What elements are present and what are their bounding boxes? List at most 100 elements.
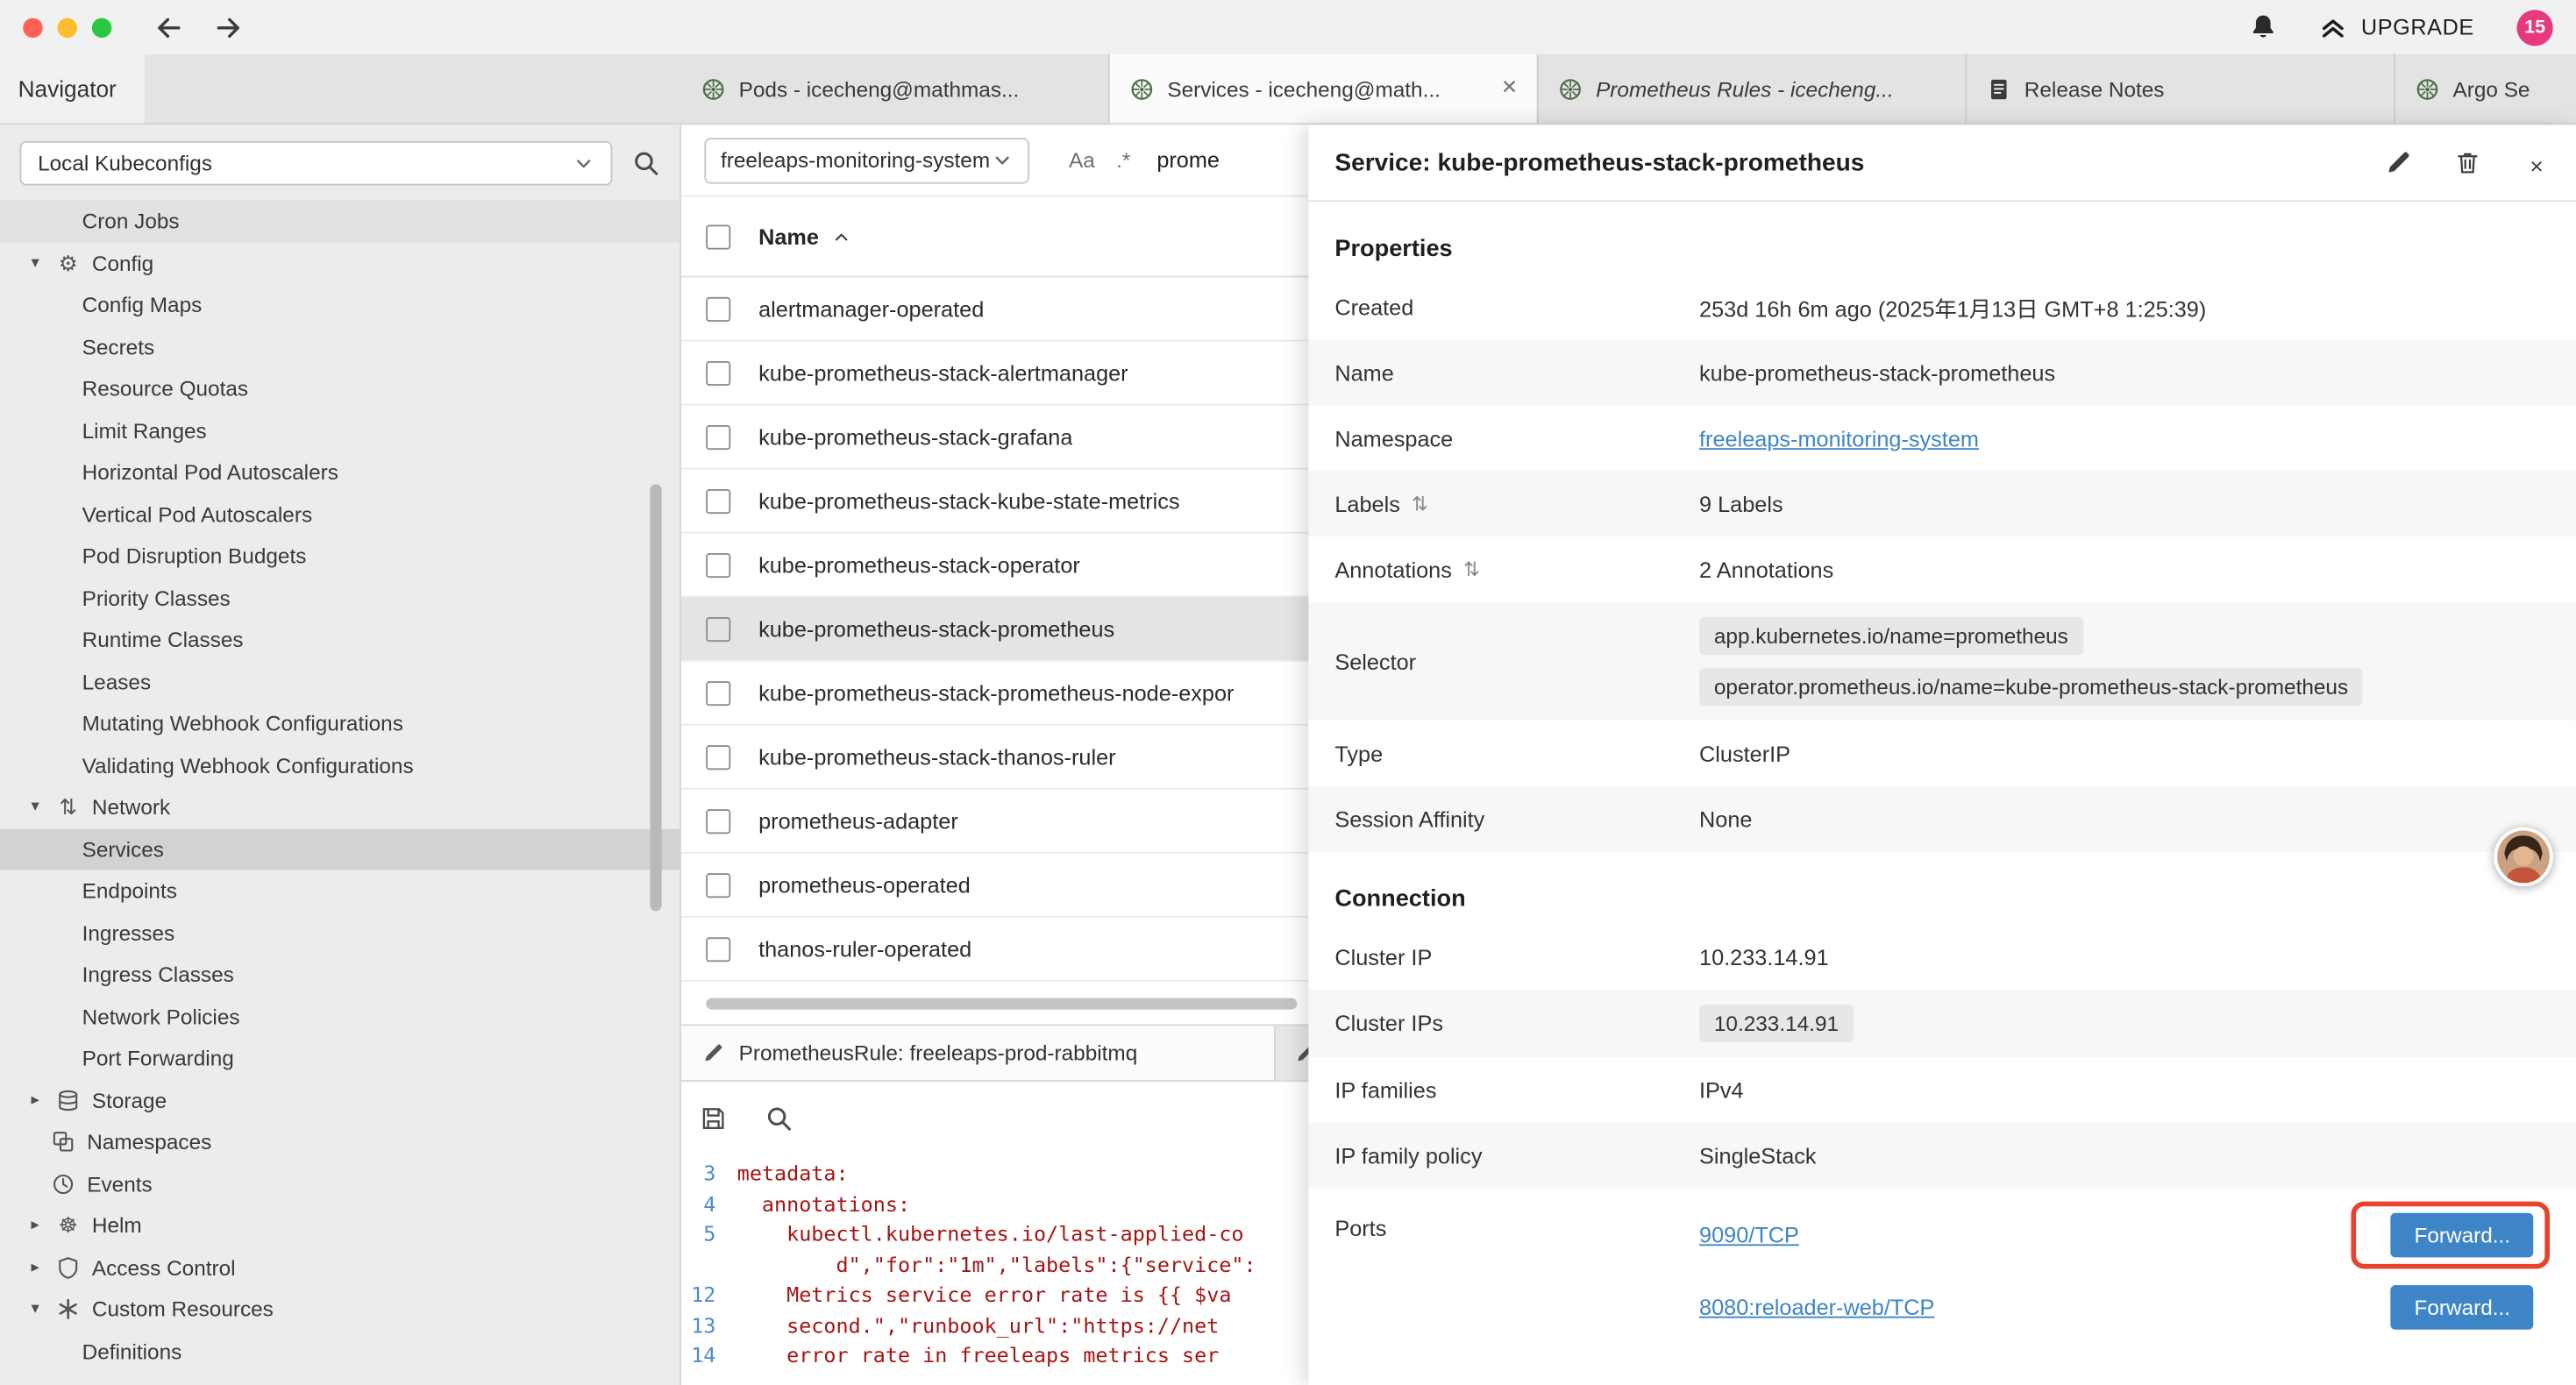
row-checkbox[interactable] [706,616,730,641]
delete-button[interactable] [2454,149,2480,175]
sidebar-item-config[interactable]: ▾⚙Config [0,242,680,284]
detail-row-label: Ports [1334,1195,1699,1240]
sidebar-item-endpoints[interactable]: Endpoints [0,870,680,912]
chevron-down-icon[interactable]: ▾ [26,799,45,817]
sidebar-item-mutating-webhook-configurations[interactable]: Mutating Webhook Configurations [0,702,680,744]
sidebar-item-secrets[interactable]: Secrets [0,326,680,368]
sidebar-item-access-control[interactable]: ▸Access Control [0,1246,680,1289]
detail-row-value: 253d 16h 6m ago (2025年1月13日 GMT+8 1:25:3… [1699,290,2550,323]
sidebar-item-custom-resources[interactable]: ▾ Custom Resources [0,1289,680,1331]
name-column-header[interactable]: Name [758,224,850,249]
row-checkbox[interactable] [706,296,730,321]
row-checkbox[interactable] [706,424,730,449]
sidebar-item-validating-webhook-configurations[interactable]: Validating Webhook Configurations [0,744,680,786]
detail-row-cluster-ips: Cluster IPs10.233.14.91 [1308,990,2576,1057]
sidebar-item-priority-classes[interactable]: Priority Classes [0,577,680,619]
port-link[interactable]: 9090/TCP [1699,1222,1799,1246]
sort-toggle-icon[interactable]: ⇅ [1412,493,1428,515]
sidebar-item-leases[interactable]: Leases [0,661,680,703]
sidebar-item-helm[interactable]: ▸☸Helm [0,1204,680,1246]
sidebar-item-namespaces[interactable]: Namespaces [0,1121,680,1163]
upgrade-button[interactable]: UPGRADE [2320,14,2474,40]
sidebar-scrollbar[interactable] [651,484,662,911]
sidebar-item-events[interactable]: Events [0,1163,680,1205]
row-checkbox[interactable] [706,552,730,577]
match-case-toggle[interactable]: Aa [1069,148,1095,173]
detail-row-label: Type [1334,741,1699,765]
chevron-right-icon[interactable]: ▸ [26,1217,45,1235]
sidebar-search-button[interactable] [632,148,660,176]
row-checkbox[interactable] [706,872,730,897]
sidebar-item-ingresses[interactable]: Ingresses [0,912,680,954]
sidebar-item-limit-ranges[interactable]: Limit Ranges [0,409,680,451]
tab-label: Services - icecheng@math... [1167,76,1488,101]
service-name: kube-prometheus-stack-grafana [758,424,1072,449]
tab-strip: Pods - icecheng@mathmas...Services - ice… [681,54,2576,124]
namespace-link[interactable]: freeleaps-monitoring-system [1699,426,1979,451]
zoom-window-button[interactable] [92,18,111,37]
sidebar-item-label: Endpoints [82,878,177,903]
detail-row-value: None [1699,806,2550,831]
sort-toggle-icon[interactable]: ⇅ [1463,558,1480,581]
back-button[interactable] [154,12,184,42]
select-all-checkbox[interactable] [706,224,730,249]
editor-search-button[interactable] [765,1104,793,1133]
value-badge: app.kubernetes.io/name=prometheus [1699,617,2083,655]
tab-release-notes[interactable]: Release Notes [1967,54,2395,124]
dock-tab-prometheusrule[interactable]: PrometheusRule: freeleaps-prod-rabbitmq [681,1026,1276,1080]
notification-count-badge[interactable]: 15 [2517,9,2553,45]
forward-button[interactable]: Forward... [2391,1212,2533,1257]
sort-ascending-icon [832,227,850,245]
sidebar-item-services[interactable]: Services [0,828,680,870]
sidebar-item-definitions[interactable]: Definitions [0,1331,680,1373]
sidebar-item-network[interactable]: ▾⇅Network [0,786,680,828]
row-checkbox[interactable] [706,680,730,705]
kubeconfig-selector[interactable]: Local Kubeconfigs [19,140,612,185]
edit-button[interactable] [2386,149,2412,175]
notifications-button[interactable] [2250,13,2278,41]
row-checkbox[interactable] [706,744,730,769]
chevron-down-icon[interactable]: ▾ [26,254,45,273]
sidebar-item-pod-disruption-budgets[interactable]: Pod Disruption Budgets [0,535,680,577]
chevron-right-icon[interactable]: ▸ [26,1259,45,1277]
close-tab-icon[interactable]: × [1502,74,1517,103]
support-avatar[interactable] [2494,827,2552,886]
sidebar-item-vertical-pod-autoscalers[interactable]: Vertical Pod Autoscalers [0,494,680,536]
tab-services-icecheng-math[interactable]: Services - icecheng@math... × [1110,54,1539,124]
chevron-right-icon[interactable]: ▸ [26,1091,45,1110]
tab-prometheus-rules-icecheng[interactable]: Prometheus Rules - icecheng... [1539,54,1968,124]
port-link[interactable]: 8080:reloader-web/TCP [1699,1294,1934,1318]
close-panel-button[interactable]: × [2523,146,2550,180]
horizontal-scrollbar[interactable] [706,998,1297,1009]
sidebar-item-storage[interactable]: ▸Storage [0,1079,680,1121]
tab-pods-icecheng-mathmas[interactable]: Pods - icecheng@mathmas... [681,54,1110,124]
sidebar-item-label: Custom Resources [92,1297,274,1322]
detail-value: IPv4 [1699,1077,1744,1102]
forward-button[interactable]: Forward... [2391,1284,2533,1329]
row-checkbox[interactable] [706,360,730,385]
row-checkbox[interactable] [706,488,730,513]
search-input[interactable]: prome [1156,148,1220,173]
port-line: 8080:reloader-web/TCP Forward... [1699,1270,2550,1342]
forward-button[interactable] [213,12,243,42]
namespace-filter-select[interactable]: freeleaps-monitoring-system [704,137,1029,182]
regex-toggle[interactable]: .* [1116,148,1130,173]
sidebar-item-horizontal-pod-autoscalers[interactable]: Horizontal Pod Autoscalers [0,451,680,494]
sidebar-item-runtime-classes[interactable]: Runtime Classes [0,619,680,661]
tab-argo-se[interactable]: Argo Se [2395,54,2576,124]
close-window-button[interactable] [23,18,42,37]
sidebar-item-network-policies[interactable]: Network Policies [0,996,680,1038]
value-badge: operator.prometheus.io/name=kube-prometh… [1699,668,2363,706]
sidebar-item-config-maps[interactable]: Config Maps [0,284,680,326]
row-checkbox[interactable] [706,936,730,961]
row-checkbox[interactable] [706,808,730,833]
detail-value: ClusterIP [1699,741,1790,765]
sidebar-item-port-forwarding[interactable]: Port Forwarding [0,1037,680,1079]
sidebar-item-resource-quotas[interactable]: Resource Quotas [0,367,680,409]
minimize-window-button[interactable] [58,18,77,37]
chevron-down-icon[interactable]: ▾ [26,1300,45,1318]
kubeconfig-selector-value: Local Kubeconfigs [38,150,212,174]
sidebar-item-ingress-classes[interactable]: Ingress Classes [0,954,680,996]
save-button[interactable] [700,1104,728,1133]
sidebar-item-cron-jobs[interactable]: Cron Jobs [0,200,680,242]
